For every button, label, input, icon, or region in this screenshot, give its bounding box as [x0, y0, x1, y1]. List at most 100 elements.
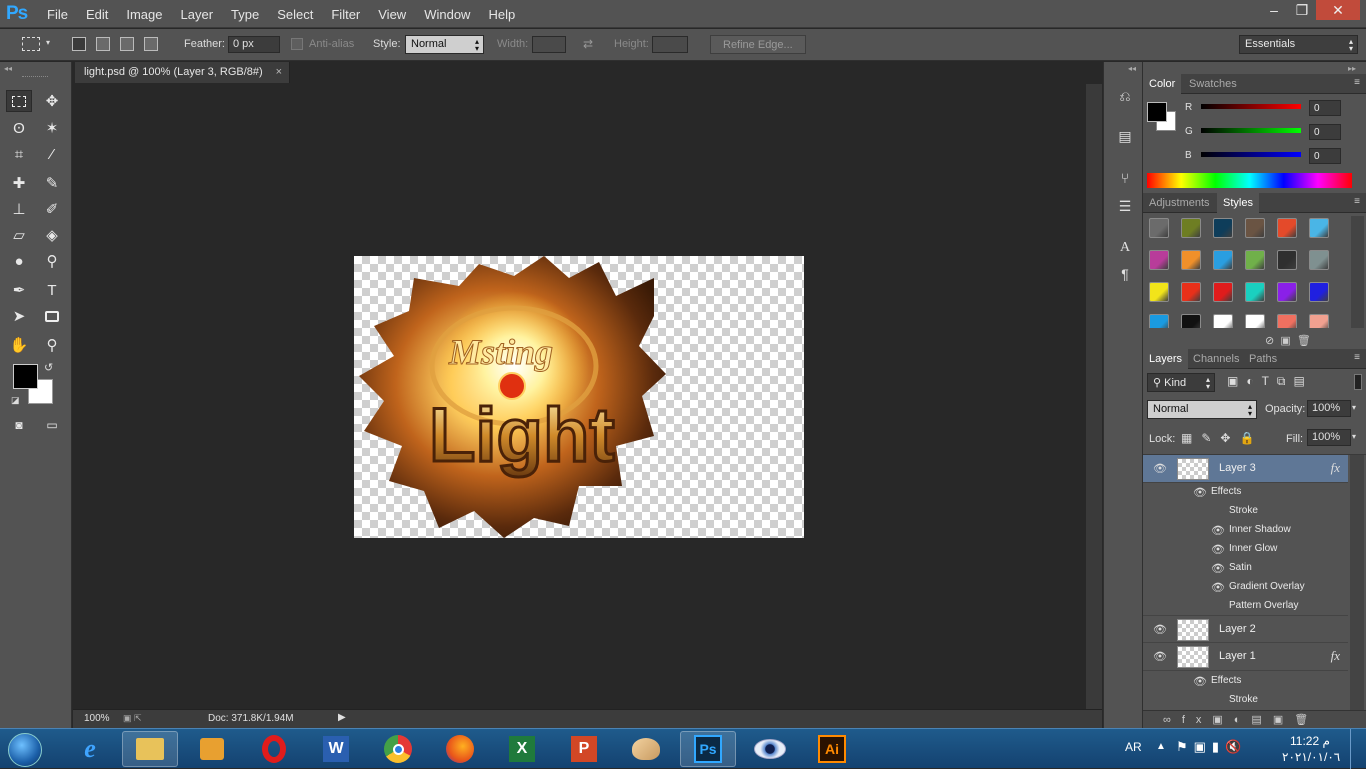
lasso-tool-icon[interactable]: ʘ: [6, 117, 32, 139]
swap-arrows-icon[interactable]: ⇄: [583, 37, 593, 51]
foreground-color-swatch[interactable]: [13, 364, 38, 389]
crop-tool-icon[interactable]: ⌗: [6, 143, 32, 165]
tab-adjustments[interactable]: Adjustments: [1143, 193, 1216, 213]
character-panel-icon[interactable]: A: [1114, 240, 1136, 260]
menu-edit[interactable]: Edit: [77, 7, 117, 22]
visibility-eye-icon[interactable]: 👁: [1153, 462, 1167, 475]
style-swatch[interactable]: [1213, 282, 1233, 302]
menu-select[interactable]: Select: [268, 7, 322, 22]
menu-image[interactable]: Image: [117, 7, 171, 22]
style-swatch[interactable]: [1245, 282, 1265, 302]
style-swatch[interactable]: [1213, 218, 1233, 238]
intersect-selection-icon[interactable]: [144, 37, 158, 51]
fx-icon[interactable]: fx: [1331, 460, 1340, 476]
layers-scrollbar[interactable]: [1350, 455, 1364, 710]
visibility-eye-icon[interactable]: 👁: [1153, 623, 1167, 636]
style-swatch[interactable]: [1277, 250, 1297, 270]
rectangle-tool-icon[interactable]: [39, 305, 65, 327]
style-swatch[interactable]: [1245, 218, 1265, 238]
effect-pattern-overlay[interactable]: Pattern Overlay: [1229, 600, 1298, 611]
green-slider[interactable]: [1201, 128, 1301, 133]
style-swatch[interactable]: [1245, 250, 1265, 270]
status-options-icon[interactable]: ▣ ⇱: [123, 713, 142, 724]
clock-date[interactable]: ٢٠٢١/٠١/٠٦: [1282, 750, 1340, 764]
visibility-eye-icon[interactable]: 👁: [1211, 581, 1225, 594]
maximize-button[interactable]: ❐: [1288, 0, 1316, 20]
styles-scrollbar[interactable]: [1351, 216, 1364, 328]
layer-name[interactable]: Layer 2: [1219, 623, 1256, 635]
fill-dropdown-icon[interactable]: ▾: [1352, 432, 1356, 441]
tab-paths[interactable]: Paths: [1243, 349, 1283, 369]
style-swatch[interactable]: [1181, 218, 1201, 238]
style-swatch[interactable]: [1309, 218, 1329, 238]
magic-wand-tool-icon[interactable]: ✶: [39, 117, 65, 139]
tab-swatches[interactable]: Swatches: [1183, 74, 1243, 94]
lock-icons[interactable]: ▦✎✥🔒: [1181, 431, 1263, 445]
fx-icon[interactable]: fx: [1331, 648, 1340, 664]
rectangular-marquee-tool-icon[interactable]: [6, 90, 32, 112]
dodge-tool-icon[interactable]: ⚲: [39, 250, 65, 272]
type-tool-icon[interactable]: T: [39, 279, 65, 301]
media-player-icon[interactable]: [184, 731, 240, 767]
zoom-tool-icon[interactable]: ⚲: [39, 334, 65, 356]
style-swatch[interactable]: [1213, 314, 1233, 328]
style-swatch[interactable]: [1181, 282, 1201, 302]
move-tool-icon[interactable]: ✥: [39, 90, 65, 112]
hand-tool-icon[interactable]: ✋: [6, 334, 32, 356]
style-swatch[interactable]: [1181, 314, 1201, 328]
opacity-input[interactable]: 100%: [1307, 400, 1351, 417]
menu-layer[interactable]: Layer: [172, 7, 223, 22]
menu-filter[interactable]: Filter: [322, 7, 369, 22]
system-tray-icons[interactable]: ⚑▣▮🔇: [1176, 739, 1247, 755]
status-menu-arrow-icon[interactable]: ▶: [338, 712, 346, 723]
layer-filter-icons[interactable]: ▣◐T⧉▤: [1227, 374, 1313, 389]
layers-footer-icons[interactable]: ∞fx▣◐▤▣🗑: [1143, 710, 1366, 728]
panel-grip[interactable]: [22, 76, 48, 79]
layer-row-layer-3[interactable]: 👁 Layer 3 fx: [1143, 455, 1348, 483]
antialias-checkbox[interactable]: [291, 38, 303, 50]
brush-tool-icon[interactable]: ✎: [39, 172, 65, 194]
eyedropper-tool-icon[interactable]: ⁄: [39, 143, 65, 165]
eraser-tool-icon[interactable]: ▱: [6, 224, 32, 246]
menu-window[interactable]: Window: [415, 7, 479, 22]
screen-mode-icon[interactable]: ▭: [39, 414, 65, 436]
path-selection-tool-icon[interactable]: ➤: [6, 305, 32, 327]
microsoft-excel-icon[interactable]: X: [494, 731, 550, 767]
menu-file[interactable]: File: [38, 7, 77, 22]
style-swatch[interactable]: [1149, 250, 1169, 270]
layer-row-layer-2[interactable]: 👁 Layer 2: [1143, 615, 1348, 643]
paint-icon[interactable]: [618, 731, 674, 767]
history-panel-icon[interactable]: ⎌: [1114, 88, 1136, 108]
fill-input[interactable]: 100%: [1307, 429, 1351, 446]
height-input[interactable]: [652, 36, 688, 53]
show-hidden-icons-icon[interactable]: ▲: [1156, 741, 1166, 752]
file-explorer-icon[interactable]: [122, 731, 178, 767]
show-desktop-button[interactable]: [1350, 729, 1366, 769]
style-swatch[interactable]: [1309, 250, 1329, 270]
effect-stroke[interactable]: Stroke: [1229, 505, 1258, 516]
blue-value[interactable]: 0: [1309, 148, 1341, 164]
visibility-eye-icon[interactable]: 👁: [1211, 543, 1225, 556]
width-input[interactable]: [532, 36, 566, 53]
illustrator-icon[interactable]: Ai: [804, 731, 860, 767]
properties-panel-icon[interactable]: ▤: [1114, 128, 1136, 148]
menu-view[interactable]: View: [369, 7, 415, 22]
opera-browser-icon[interactable]: [246, 731, 302, 767]
pen-tool-icon[interactable]: ✒: [6, 279, 32, 301]
style-swatch[interactable]: [1245, 314, 1265, 328]
eye-app-icon[interactable]: [742, 731, 798, 767]
google-chrome-icon[interactable]: [370, 731, 426, 767]
tab-channels[interactable]: Channels: [1187, 349, 1245, 369]
tab-styles[interactable]: Styles: [1217, 193, 1259, 213]
brush-presets-icon[interactable]: ⑂: [1114, 170, 1136, 190]
close-button[interactable]: ✕: [1316, 0, 1360, 20]
visibility-eye-icon[interactable]: 👁: [1153, 650, 1167, 663]
swap-colors-icon[interactable]: ↺: [44, 361, 53, 374]
visibility-eye-icon[interactable]: 👁: [1211, 524, 1225, 537]
visibility-eye-icon[interactable]: 👁: [1211, 562, 1225, 575]
panel-menu-icon[interactable]: ≡: [1354, 77, 1360, 88]
style-swatch[interactable]: [1309, 282, 1329, 302]
blue-slider[interactable]: [1201, 152, 1301, 157]
tab-layers[interactable]: Layers: [1143, 349, 1189, 369]
style-swatch[interactable]: [1149, 218, 1169, 238]
